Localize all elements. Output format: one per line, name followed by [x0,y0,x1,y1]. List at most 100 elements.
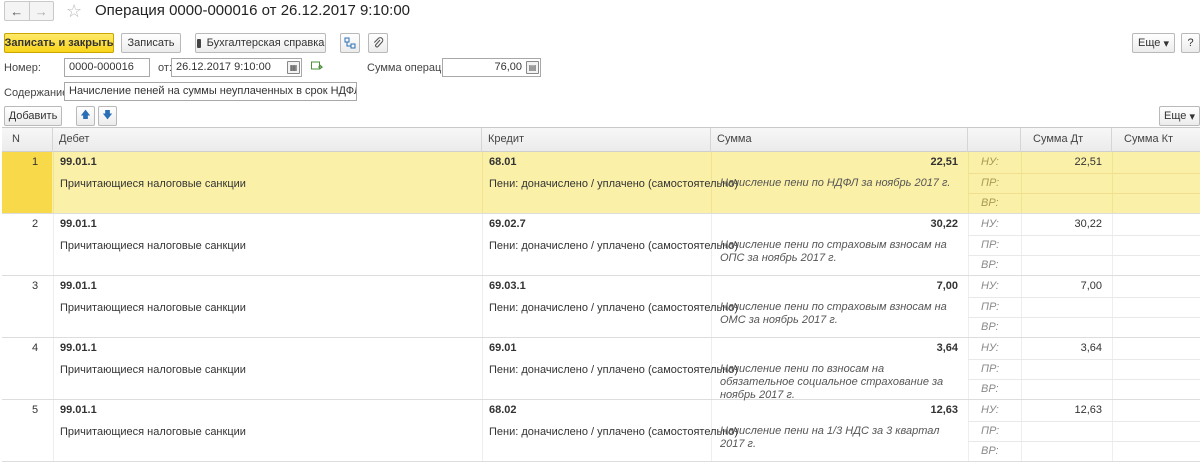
move-up-button[interactable]: 🡅 [76,106,95,126]
row-number: 3 [32,280,39,292]
paperclip-icon [373,37,384,48]
window-title: Операция 0000-000016 от 26.12.2017 9:10:… [95,2,410,19]
entry-content[interactable]: Начисление пени по НДФЛ за ноябрь 2017 г… [720,177,960,190]
debit-account[interactable]: 99.01.1 [60,404,97,416]
column-credit[interactable]: Кредит [482,128,711,152]
credit-account[interactable]: 69.03.1 [489,280,526,292]
credit-account[interactable]: 68.01 [489,156,517,168]
debit-subconto[interactable]: Причитающиеся налоговые санкции [60,178,246,190]
row-divider [968,297,1200,298]
row-number: 1 [32,156,39,168]
calculator-icon[interactable]: ▤ [526,61,539,74]
row-divider [968,173,1200,174]
debit-account[interactable]: 99.01.1 [60,218,97,230]
entry-sum[interactable]: 3,64 [718,342,958,354]
vr-label: ВР: [981,197,999,209]
entry-sum[interactable]: 30,22 [718,218,958,230]
entry-sum[interactable]: 22,51 [718,156,958,168]
debit-subconto[interactable]: Причитающиеся налоговые санкции [60,364,246,376]
structure-button[interactable] [340,33,360,53]
credit-subconto[interactable]: Пени: доначислено / уплачено (самостояте… [489,426,738,438]
more-button[interactable]: Еще ▾ [1132,33,1175,53]
accounting-report-label: Бухгалтерская справка [206,37,325,49]
row-number: 2 [32,218,39,230]
credit-subconto[interactable]: Пени: доначислено / уплачено (самостояте… [489,178,738,190]
debit-subconto[interactable]: Причитающиеся налоговые санкции [60,302,246,314]
entries-table: N Дебет Кредит Сумма Сумма Дт Сумма Кт 1… [2,127,1200,469]
row-divider [968,235,1200,236]
row-divider [968,255,1200,256]
sum-dt-value[interactable]: 30,22 [1032,218,1102,230]
number-field[interactable]: 0000-000016 [64,58,150,77]
column-divider [1021,400,1022,461]
pr-label: ПР: [981,301,1000,313]
entry-sum[interactable]: 7,00 [718,280,958,292]
forward-button[interactable]: → [28,2,54,20]
debit-subconto[interactable]: Причитающиеся налоговые санкции [60,426,246,438]
arrow-down-icon: 🡇 [102,109,113,121]
credit-subconto[interactable]: Пени: доначислено / уплачено (самостояте… [489,302,738,314]
debit-account[interactable]: 99.01.1 [60,280,97,292]
column-debit[interactable]: Дебет [53,128,482,152]
move-down-button[interactable]: 🡇 [98,106,117,126]
credit-subconto[interactable]: Пени: доначислено / уплачено (самостояте… [489,240,738,252]
table-row[interactable]: 4 99.01.1 Причитающиеся налоговые санкци… [2,338,1200,402]
entry-content[interactable]: Начисление пени по взносам на обязательн… [720,363,960,402]
printer-icon [196,38,201,48]
table-more-button[interactable]: Еще ▾ [1159,106,1200,126]
entry-content[interactable]: Начисление пени на 1/3 НДС за 3 квартал … [720,425,960,451]
credit-account[interactable]: 68.02 [489,404,517,416]
entry-content[interactable]: Начисление пени по страховым взносам на … [720,301,960,327]
entry-content[interactable]: Начисление пени по страховым взносам на … [720,239,960,265]
sum-dt-value[interactable]: 12,63 [1032,404,1102,416]
column-sum[interactable]: Сумма [711,128,968,152]
date-field[interactable]: 26.12.2017 9:10:00 [171,58,302,77]
column-sum-kt[interactable]: Сумма Кт [1112,128,1200,152]
column-divider [1112,152,1113,213]
pr-label: ПР: [981,239,1000,251]
row-number: 4 [32,342,39,354]
save-and-close-button[interactable]: Записать и закрыть [4,33,114,53]
add-row-button[interactable]: Добавить [4,106,62,126]
nu-label: НУ: [981,342,999,354]
column-divider [1021,276,1022,337]
credit-account[interactable]: 69.02.7 [489,218,526,230]
attach-files-button[interactable] [368,33,388,53]
column-sum-dt[interactable]: Сумма Дт [1021,128,1112,152]
back-button[interactable]: ← [5,2,29,20]
help-button[interactable]: ? [1181,33,1200,53]
table-row[interactable]: 5 99.01.1 Причитающиеся налоговые санкци… [2,400,1200,462]
table-row[interactable]: 1 99.01.1 Причитающиеся налоговые санкци… [2,152,1200,214]
nu-label: НУ: [981,218,999,230]
sum-dt-value[interactable]: 7,00 [1032,280,1102,292]
debit-subconto[interactable]: Причитающиеся налоговые санкции [60,240,246,252]
column-divider [53,152,54,213]
accounting-report-button[interactable]: Бухгалтерская справка [195,33,326,53]
credit-account[interactable]: 69.01 [489,342,517,354]
entry-sum[interactable]: 12,63 [718,404,958,416]
table-row[interactable]: 2 99.01.1 Причитающиеся налоговые санкци… [2,214,1200,276]
open-history-icon[interactable] [311,61,324,71]
row-number: 5 [32,404,39,416]
content-field[interactable]: Начисление пеней на суммы неуплаченных в… [64,82,357,101]
debit-account[interactable]: 99.01.1 [60,156,97,168]
row-divider [968,317,1200,318]
table-row[interactable]: 3 99.01.1 Причитающиеся налоговые санкци… [2,276,1200,338]
sum-dt-value[interactable]: 3,64 [1032,342,1102,354]
vr-label: ВР: [981,383,999,395]
selection-marker [2,152,52,213]
debit-account[interactable]: 99.01.1 [60,342,97,354]
column-n[interactable]: N [2,128,53,152]
favorite-star-icon[interactable]: ☆ [66,0,82,22]
column-divider [968,214,969,275]
column-divider [1021,152,1022,213]
sum-dt-value[interactable]: 22,51 [1032,156,1102,168]
save-button[interactable]: Записать [121,33,181,53]
vr-label: ВР: [981,259,999,271]
row-divider [968,379,1200,380]
credit-subconto[interactable]: Пени: доначислено / уплачено (самостояте… [489,364,738,376]
pr-label: ПР: [981,363,1000,375]
calendar-icon[interactable]: ▦ [287,61,300,74]
date-label: от: [158,62,172,74]
column-divider [482,400,483,461]
